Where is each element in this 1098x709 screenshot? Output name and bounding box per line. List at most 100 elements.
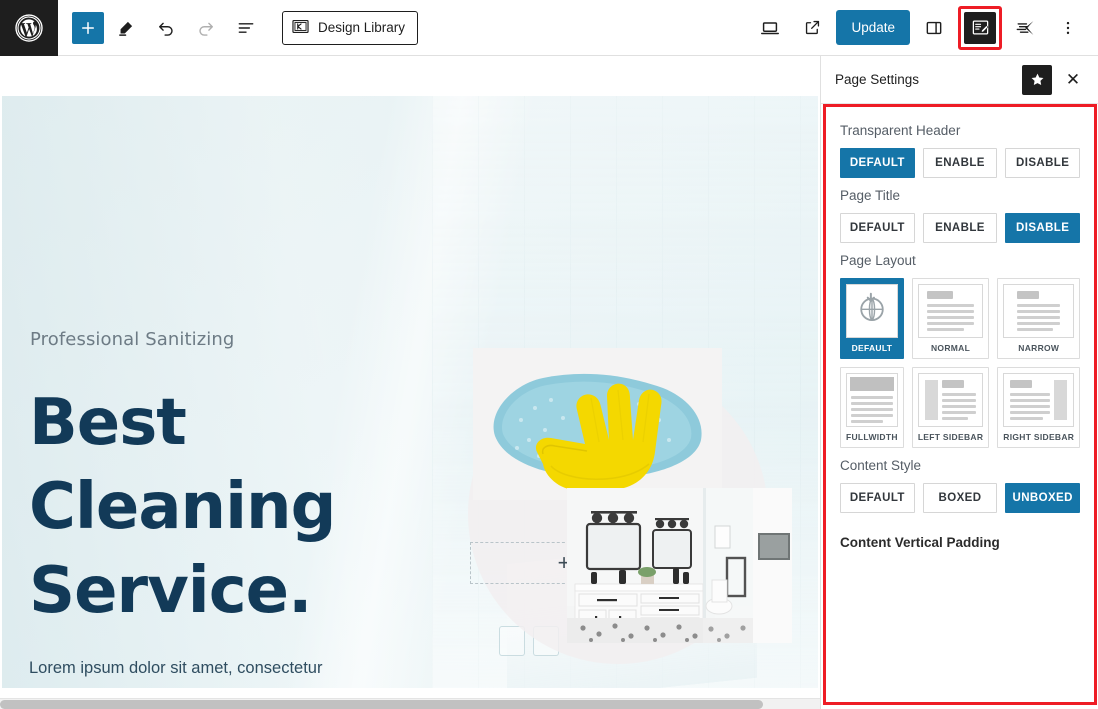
thumb-line bbox=[926, 328, 965, 331]
canvas-top-gap bbox=[0, 56, 820, 96]
preview-external-button[interactable] bbox=[794, 10, 830, 46]
layout-thumb-right-sidebar bbox=[1003, 373, 1075, 427]
astra-settings-button[interactable] bbox=[1008, 10, 1044, 46]
page-layout-narrow-card[interactable]: NARROW bbox=[997, 278, 1081, 359]
page-title-label: Page Settings bbox=[835, 72, 920, 87]
page-title-default-button[interactable]: DEFAULT bbox=[840, 213, 915, 243]
close-panel-button[interactable]: ✕ bbox=[1058, 65, 1088, 95]
thumb-line bbox=[1010, 393, 1051, 396]
transparent-header-disable-button[interactable]: DISABLE bbox=[1005, 148, 1081, 178]
transparent-header-button-group: DEFAULT ENABLE DISABLE bbox=[840, 148, 1081, 178]
page-layout-fullwidth-card[interactable]: FULLWIDTH bbox=[840, 367, 904, 448]
page-settings-button[interactable] bbox=[964, 11, 996, 44]
content-style-unboxed-button[interactable]: UNBOXED bbox=[1005, 483, 1081, 513]
hero-background-socket-1 bbox=[499, 626, 525, 656]
thumb-line bbox=[851, 402, 893, 405]
hero-heading[interactable]: Best Cleaning Service. bbox=[29, 381, 409, 633]
thumb-line bbox=[1017, 304, 1061, 307]
layout-caption-fullwidth: FULLWIDTH bbox=[846, 432, 898, 442]
section-label-content-vertical-padding: Content Vertical Padding bbox=[840, 535, 1000, 550]
page-layout-left-sidebar-card[interactable]: LEFT SIDEBAR bbox=[911, 367, 990, 448]
thumb-line bbox=[926, 304, 975, 307]
content-style-boxed-button[interactable]: BOXED bbox=[922, 483, 998, 513]
page-title-enable-button[interactable]: ENABLE bbox=[922, 213, 998, 243]
transparent-header-enable-button[interactable]: ENABLE bbox=[922, 148, 998, 178]
page-layout-card-grid: DEFAULT NORMAL NARROW FULLWIDTH LEFT SID… bbox=[840, 278, 1081, 448]
layout-caption-right-sidebar: RIGHT SIDEBAR bbox=[1003, 432, 1075, 442]
thumb-line bbox=[926, 310, 975, 313]
more-options-button[interactable] bbox=[1050, 10, 1086, 46]
editor-root: Design Library Update + Professional San… bbox=[0, 0, 1098, 709]
page-settings-sidebar: Page Settings ✕ Transparent Header DEFAU… bbox=[820, 56, 1098, 709]
globe-icon bbox=[855, 292, 889, 331]
thumb-line bbox=[1017, 316, 1061, 319]
page-settings-panel-body: Transparent Header DEFAULT ENABLE DISABL… bbox=[823, 104, 1097, 705]
wordpress-logo-icon bbox=[14, 13, 44, 43]
layout-caption-normal: NORMAL bbox=[930, 343, 971, 353]
section-label-content-style: Content Style bbox=[840, 458, 922, 473]
layout-thumb-fullwidth bbox=[846, 373, 898, 427]
undo-button[interactable] bbox=[148, 10, 184, 46]
content-style-default-button[interactable]: DEFAULT bbox=[840, 483, 915, 513]
layout-caption-default: DEFAULT bbox=[851, 343, 893, 353]
thumb-line bbox=[1017, 310, 1061, 313]
thumb-line bbox=[941, 399, 977, 402]
empty-block-placeholder[interactable]: + bbox=[470, 542, 570, 584]
thumb-line bbox=[1017, 328, 1054, 331]
thumb-line bbox=[1010, 411, 1051, 414]
hero-paragraph[interactable]: Lorem ipsum dolor sit amet, consectetur … bbox=[29, 653, 339, 688]
thumb-heading-bar bbox=[926, 291, 953, 299]
toolbar-right-group: Update bbox=[752, 0, 1098, 56]
section-label-page-title: Page Title bbox=[840, 188, 901, 203]
toolbar-left-group: Design Library bbox=[58, 0, 419, 56]
layout-thumb-default bbox=[846, 284, 898, 338]
thumb-line bbox=[851, 408, 893, 411]
page-title-button-group: DEFAULT ENABLE DISABLE bbox=[840, 213, 1081, 243]
thumb-line bbox=[1010, 405, 1051, 408]
page-layout-normal-card[interactable]: NORMAL bbox=[911, 278, 990, 359]
settings-sidebar-button[interactable] bbox=[916, 10, 952, 46]
thumb-line bbox=[1010, 399, 1051, 402]
canvas-horizontal-scrollbar[interactable] bbox=[0, 698, 820, 709]
redo-button[interactable] bbox=[188, 10, 224, 46]
thumb-line bbox=[941, 417, 969, 420]
thumb-line bbox=[1010, 417, 1044, 420]
layout-caption-left-sidebar: LEFT SIDEBAR bbox=[917, 432, 984, 442]
design-library-label: Design Library bbox=[318, 20, 406, 35]
layout-caption-narrow: NARROW bbox=[1018, 343, 1060, 353]
content-style-button-group: DEFAULT BOXED UNBOXED bbox=[840, 483, 1081, 513]
hero-section-block[interactable]: + Professional Sanitizing Best Cleaning … bbox=[2, 96, 818, 688]
wordpress-logo-button[interactable] bbox=[0, 0, 58, 56]
layout-thumb-narrow bbox=[1003, 284, 1075, 338]
view-device-button[interactable] bbox=[752, 10, 788, 46]
thumb-line bbox=[941, 405, 977, 408]
section-label-page-layout: Page Layout bbox=[840, 253, 916, 268]
hero-image-bathroom[interactable] bbox=[567, 488, 792, 643]
transparent-header-default-button[interactable]: DEFAULT bbox=[840, 148, 915, 178]
document-overview-button[interactable] bbox=[228, 10, 264, 46]
thumb-line bbox=[1017, 322, 1061, 325]
layout-thumb-left-sidebar bbox=[917, 373, 984, 427]
thumb-line bbox=[926, 316, 975, 319]
page-title-disable-button[interactable]: DISABLE bbox=[1005, 213, 1081, 243]
design-library-button[interactable]: Design Library bbox=[282, 10, 419, 45]
hero-image-gloves[interactable] bbox=[473, 348, 722, 500]
thumb-heading-bar bbox=[941, 380, 964, 388]
pin-favorite-button[interactable] bbox=[1022, 64, 1052, 95]
thumb-line bbox=[851, 396, 893, 399]
edit-tool-button[interactable] bbox=[108, 10, 144, 46]
editor-canvas[interactable]: + Professional Sanitizing Best Cleaning … bbox=[0, 56, 820, 709]
page-settings-highlight bbox=[958, 5, 1002, 50]
canvas-scrollbar-thumb[interactable] bbox=[0, 700, 763, 709]
add-block-button[interactable] bbox=[72, 11, 104, 44]
page-layout-right-sidebar-card[interactable]: RIGHT SIDEBAR bbox=[997, 367, 1081, 448]
update-button[interactable]: Update bbox=[836, 10, 910, 45]
design-library-icon bbox=[291, 17, 310, 39]
thumb-sidebar-block bbox=[1054, 380, 1068, 420]
page-layout-default-card[interactable]: DEFAULT bbox=[840, 278, 904, 359]
hero-eyebrow-text[interactable]: Professional Sanitizing bbox=[30, 329, 234, 350]
thumb-line bbox=[941, 411, 977, 414]
thumb-line bbox=[851, 420, 883, 423]
thumb-sidebar-block bbox=[924, 380, 938, 420]
thumb-line bbox=[941, 393, 977, 396]
